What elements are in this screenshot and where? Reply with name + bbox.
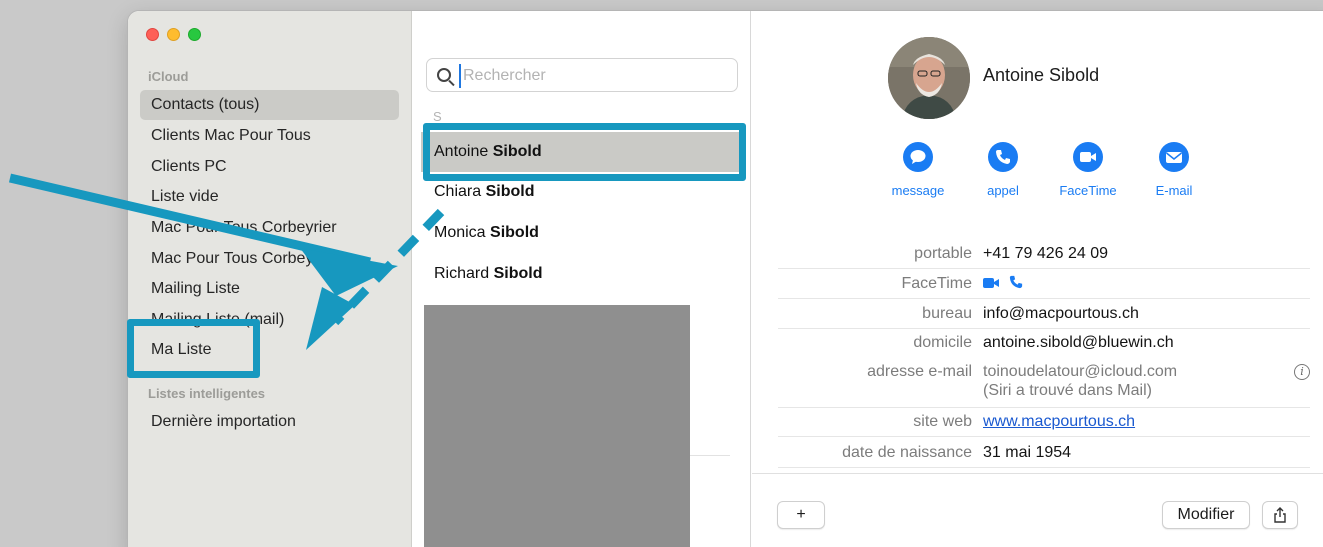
search-input[interactable]: [459, 64, 729, 88]
sidebar-item-corbeyrier-2[interactable]: Mac Pour Tous Corbeyrier: [140, 244, 399, 274]
avatar[interactable]: [888, 37, 970, 119]
facetime-label: FaceTime: [1059, 183, 1117, 198]
close-window-button[interactable]: [146, 28, 159, 41]
zoom-window-button[interactable]: [188, 28, 201, 41]
phone-icon: [988, 142, 1018, 172]
contact-name: Antoine Sibold: [983, 65, 1100, 85]
field-key: domicile: [913, 334, 972, 351]
field-mobile: portable +41 79 426 24 09: [778, 240, 1310, 269]
sidebar-section-smart-lists: Listes intelligentes: [148, 386, 266, 401]
contact-list-column: S Antoine Sibold Chiara Sibold Monica Si…: [413, 11, 751, 547]
field-value: 31 mai 1954: [983, 444, 1072, 461]
info-icon[interactable]: i: [1294, 364, 1310, 380]
field-facetime: FaceTime: [778, 270, 1310, 299]
field-note: (Siri a trouvé dans Mail): [983, 382, 1152, 399]
avatar-photo: [888, 37, 970, 119]
facetime-icons: [983, 275, 1023, 294]
sidebar-section-icloud: iCloud: [148, 69, 189, 84]
website-link[interactable]: www.macpourtous.ch: [983, 413, 1135, 430]
field-key: date de naissance: [842, 444, 972, 461]
video-camera-icon: [1073, 142, 1103, 172]
field-key: site web: [913, 413, 972, 430]
message-label: message: [891, 183, 945, 198]
field-key: FaceTime: [901, 275, 972, 292]
facetime-action[interactable]: FaceTime: [1048, 142, 1128, 198]
field-value[interactable]: +41 79 426 24 09: [983, 245, 1108, 263]
sidebar-item-mailing-list-mail[interactable]: Mailing Liste (mail): [140, 305, 399, 335]
section-letter: S: [433, 109, 442, 124]
add-field-button[interactable]: +: [777, 501, 825, 529]
field-key: adresse e-mail: [867, 363, 972, 380]
field-email: adresse e-mail toinoudelatour@icloud.com…: [778, 358, 1310, 408]
contact-detail-pane: Antoine Sibold message appel FaceTime E-…: [752, 11, 1323, 547]
field-value: www.macpourtous.ch: [983, 413, 1135, 431]
email-label: E-mail: [1155, 183, 1193, 198]
sidebar-item-last-import[interactable]: Dernière importation: [140, 407, 399, 437]
field-value[interactable]: toinoudelatour@icloud.com: [983, 363, 1177, 381]
contact-row-richard[interactable]: Richard Sibold: [421, 254, 741, 294]
share-icon: [1274, 507, 1286, 523]
list-divider: [690, 455, 730, 456]
contacts-window: iCloud Contacts (tous) Clients Mac Pour …: [128, 11, 1323, 547]
field-website: site web www.macpourtous.ch: [778, 408, 1310, 437]
share-button[interactable]: [1262, 501, 1298, 529]
email-action[interactable]: E-mail: [1134, 142, 1214, 198]
call-action[interactable]: appel: [963, 142, 1043, 198]
redacted-area: [424, 305, 690, 547]
search-field[interactable]: [426, 58, 738, 92]
contact-row-chiara[interactable]: Chiara Sibold: [421, 172, 741, 212]
contact-last-name: Sibold: [485, 183, 535, 200]
facetime-audio-icon[interactable]: [1009, 275, 1023, 289]
contact-first-name: Richard: [434, 265, 494, 282]
sidebar-item-clients-mac[interactable]: Clients Mac Pour Tous: [140, 121, 399, 151]
field-value[interactable]: info@macpourtous.ch: [983, 305, 1139, 323]
contact-last-name: Sibold: [490, 224, 539, 241]
sidebar-item-corbeyrier-1[interactable]: Mac Pour Tous Corbeyrier: [140, 213, 399, 243]
contact-row-monica[interactable]: Monica Sibold: [421, 213, 741, 253]
search-icon: [437, 68, 451, 82]
minimize-window-button[interactable]: [167, 28, 180, 41]
field-work: bureau info@macpourtous.ch: [778, 300, 1310, 329]
edit-button[interactable]: Modifier: [1162, 501, 1250, 529]
toolbar-divider: [752, 473, 1323, 474]
sidebar-item-all-contacts[interactable]: Contacts (tous): [140, 90, 399, 120]
sidebar-item-ma-liste[interactable]: Ma Liste: [140, 335, 399, 365]
sidebar: iCloud Contacts (tous) Clients Mac Pour …: [128, 11, 412, 547]
contact-last-name: Sibold: [493, 265, 543, 282]
sidebar-item-clients-pc[interactable]: Clients PC: [140, 152, 399, 182]
field-value[interactable]: antoine.sibold@bluewin.ch: [983, 334, 1174, 352]
window-controls: [146, 28, 201, 41]
facetime-video-icon[interactable]: [983, 277, 1001, 289]
sidebar-item-mailing-list[interactable]: Mailing Liste: [140, 274, 399, 304]
field-key: portable: [914, 245, 972, 262]
envelope-icon: [1159, 142, 1189, 172]
message-action[interactable]: message: [878, 142, 958, 198]
call-label: appel: [987, 183, 1019, 198]
contact-row-antoine[interactable]: Antoine Sibold: [421, 132, 741, 172]
contact-last-name: Sibold: [492, 143, 542, 160]
field-birthday: date de naissance 31 mai 1954: [778, 439, 1310, 468]
field-home: domicile antoine.sibold@bluewin.ch: [778, 329, 1310, 358]
contact-first-name: Antoine: [434, 143, 493, 160]
field-key: bureau: [922, 305, 972, 322]
message-bubble-icon: [903, 142, 933, 172]
contact-first-name: Chiara: [434, 183, 486, 200]
sidebar-item-empty-list[interactable]: Liste vide: [140, 182, 399, 212]
contact-first-name: Monica: [434, 224, 491, 241]
